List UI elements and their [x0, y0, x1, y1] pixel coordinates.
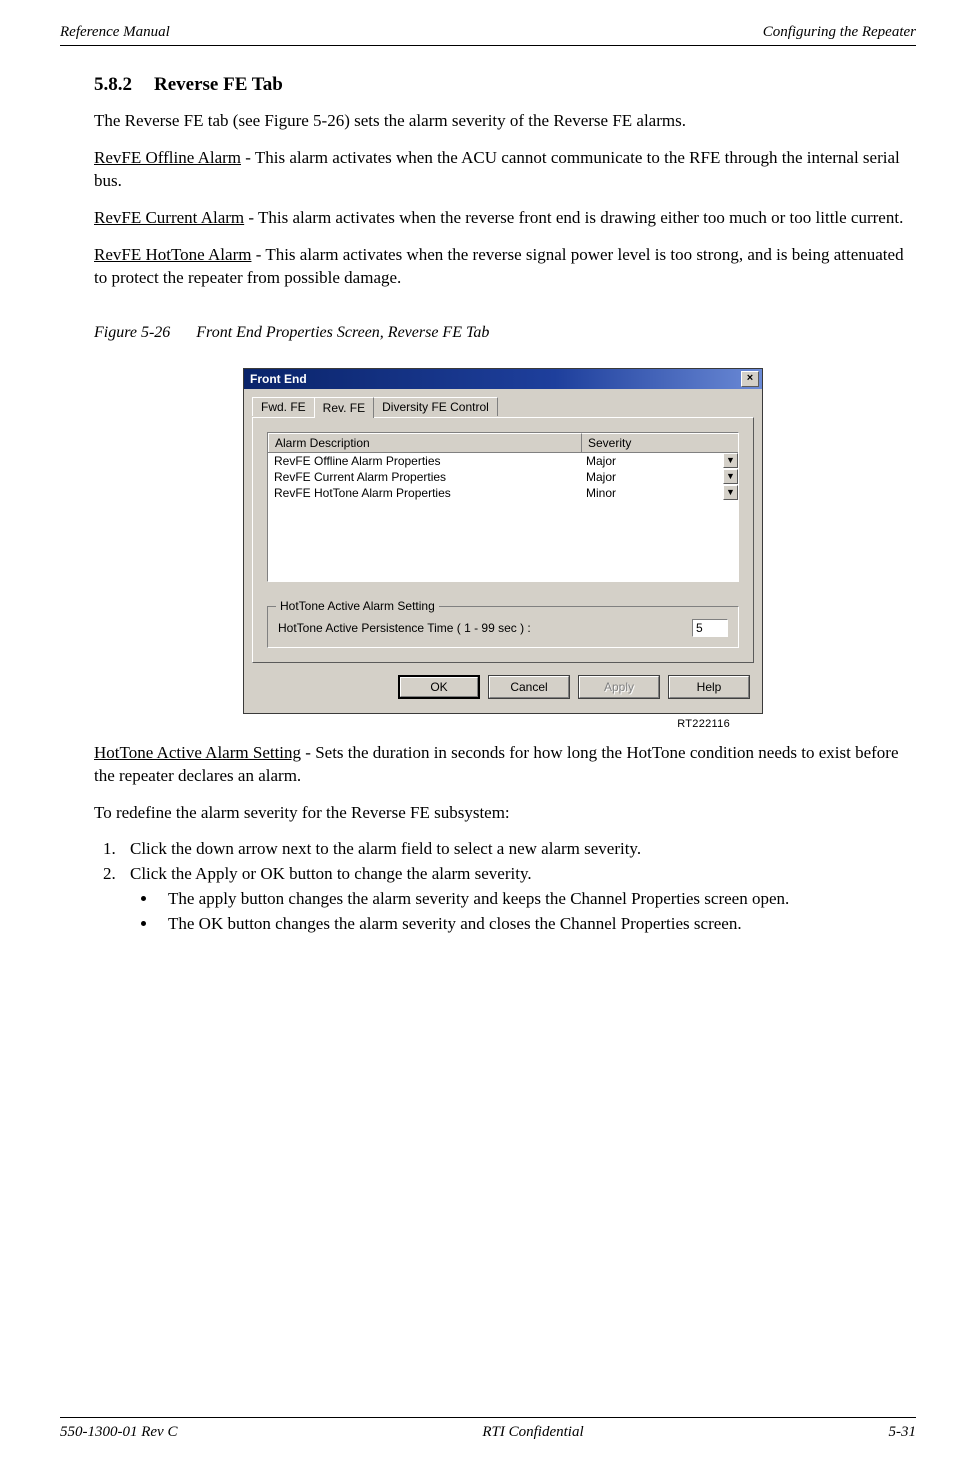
- chevron-down-icon[interactable]: ▼: [723, 485, 738, 500]
- alarm-severity: Major: [586, 454, 616, 468]
- apply-button[interactable]: Apply: [578, 675, 660, 699]
- section-title: Reverse FE Tab: [154, 74, 283, 95]
- cancel-button[interactable]: Cancel: [488, 675, 570, 699]
- section-heading: 5.8.2 Reverse FE Tab: [94, 74, 912, 96]
- dialog-screenshot: Front End × Fwd. FERev. FEDiversity FE C…: [243, 368, 763, 714]
- chevron-down-icon[interactable]: ▼: [723, 469, 738, 484]
- dialog-title: Front End: [250, 372, 307, 386]
- hottone-alarm-term: RevFE HotTone Alarm: [94, 245, 251, 264]
- alarm-desc: RevFE HotTone Alarm Properties: [268, 485, 580, 501]
- bullets-list: The apply button changes the alarm sever…: [130, 888, 912, 936]
- alarm-list: Alarm Description Severity RevFE Offline…: [267, 432, 739, 582]
- alarm-row[interactable]: RevFE Offline Alarm Properties Major ▼: [268, 453, 738, 469]
- current-alarm-paragraph: RevFE Current Alarm - This alarm activat…: [94, 207, 912, 230]
- step-item: Click the Apply or OK button to change t…: [120, 863, 912, 936]
- alarm-row[interactable]: RevFE Current Alarm Properties Major ▼: [268, 469, 738, 485]
- header-right: Configuring the Repeater: [763, 24, 916, 41]
- figure-ref-id: RT222116: [94, 718, 730, 730]
- col-header-description[interactable]: Alarm Description: [268, 433, 582, 452]
- alarm-desc: RevFE Offline Alarm Properties: [268, 453, 580, 469]
- intro-paragraph: The Reverse FE tab (see Figure 5-26) set…: [94, 110, 912, 133]
- tab-panel: Alarm Description Severity RevFE Offline…: [252, 417, 754, 663]
- tab-rev-fe[interactable]: Rev. FE: [314, 397, 374, 418]
- alarm-row[interactable]: RevFE HotTone Alarm Properties Minor ▼: [268, 485, 738, 501]
- offline-alarm-paragraph: RevFE Offline Alarm - This alarm activat…: [94, 147, 912, 193]
- figure-caption: Figure 5-26 Front End Properties Screen, …: [94, 324, 912, 342]
- col-header-severity[interactable]: Severity: [582, 433, 738, 452]
- setting-term: HotTone Active Alarm Setting: [94, 743, 301, 762]
- dialog-titlebar: Front End ×: [244, 369, 762, 389]
- header-rule: [60, 45, 916, 46]
- tab-diversity-fe[interactable]: Diversity FE Control: [373, 397, 498, 416]
- alarm-severity: Minor: [586, 486, 616, 500]
- hottone-alarm-paragraph: RevFE HotTone Alarm - This alarm activat…: [94, 244, 912, 290]
- steps-list: Click the down arrow next to the alarm f…: [94, 838, 912, 936]
- footer-rule: [60, 1417, 916, 1418]
- close-icon[interactable]: ×: [741, 371, 759, 387]
- current-alarm-text: - This alarm activates when the reverse …: [244, 208, 903, 227]
- alarm-desc: RevFE Current Alarm Properties: [268, 469, 580, 485]
- persistence-input[interactable]: [692, 619, 728, 637]
- footer-left: 550-1300-01 Rev C: [60, 1424, 177, 1441]
- current-alarm-term: RevFE Current Alarm: [94, 208, 244, 227]
- alarm-severity: Major: [586, 470, 616, 484]
- redefine-paragraph: To redefine the alarm severity for the R…: [94, 802, 912, 825]
- tabstrip: Fwd. FERev. FEDiversity FE Control: [252, 395, 754, 417]
- ok-button[interactable]: OK: [398, 675, 480, 699]
- help-button[interactable]: Help: [668, 675, 750, 699]
- footer-right: 5-31: [888, 1424, 916, 1441]
- offline-alarm-term: RevFE Offline Alarm: [94, 148, 241, 167]
- footer-center: RTI Confidential: [482, 1424, 583, 1441]
- bullet-item: The apply button changes the alarm sever…: [158, 888, 912, 911]
- header-left: Reference Manual: [60, 24, 170, 41]
- persistence-label: HotTone Active Persistence Time ( 1 - 99…: [278, 621, 692, 635]
- figure-number: Figure 5-26: [94, 324, 170, 341]
- hottone-group: HotTone Active Alarm Setting HotTone Act…: [267, 606, 739, 648]
- group-title: HotTone Active Alarm Setting: [276, 599, 439, 613]
- step-item: Click the down arrow next to the alarm f…: [120, 838, 912, 861]
- tab-fwd-fe[interactable]: Fwd. FE: [252, 397, 315, 416]
- chevron-down-icon[interactable]: ▼: [723, 453, 738, 468]
- step-text: Click the Apply or OK button to change t…: [130, 864, 532, 883]
- section-number: 5.8.2: [94, 74, 132, 96]
- figure-title: Front End Properties Screen, Reverse FE …: [196, 324, 489, 341]
- setting-paragraph: HotTone Active Alarm Setting - Sets the …: [94, 742, 912, 788]
- bullet-item: The OK button changes the alarm severity…: [158, 913, 912, 936]
